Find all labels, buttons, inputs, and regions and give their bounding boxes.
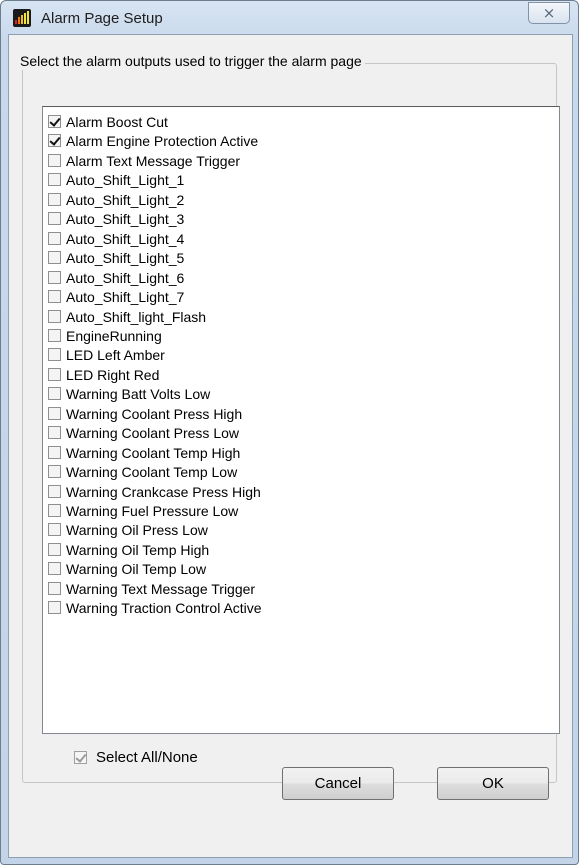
list-item[interactable]: Warning Oil Temp High xyxy=(48,541,209,559)
checkbox-icon[interactable] xyxy=(48,504,61,517)
checkbox-icon[interactable] xyxy=(48,251,61,265)
checkbox-icon[interactable] xyxy=(48,465,61,479)
list-item[interactable]: Alarm Engine Protection Active xyxy=(48,132,258,150)
cancel-button[interactable]: Cancel xyxy=(282,767,394,800)
list-item-label: Warning Crankcase Press High xyxy=(66,483,261,500)
checkbox-icon[interactable] xyxy=(48,328,61,342)
list-item[interactable]: Warning Text Message Trigger xyxy=(48,580,255,598)
checkbox-icon[interactable] xyxy=(48,601,61,615)
list-item-label: Warning Coolant Temp High xyxy=(66,444,241,461)
list-item-label: Alarm Engine Protection Active xyxy=(66,133,259,150)
list-item-label: LED Left Amber xyxy=(66,347,165,364)
checkbox-icon[interactable] xyxy=(48,173,61,187)
list-item-label: Auto_Shift_Light_3 xyxy=(66,211,185,228)
checkbox-icon[interactable] xyxy=(48,153,61,167)
bar-meter-icon xyxy=(13,9,31,27)
list-item[interactable]: Warning Coolant Temp Low xyxy=(48,463,237,481)
window-title: Alarm Page Setup xyxy=(41,10,163,27)
checkbox-icon[interactable] xyxy=(48,290,61,304)
list-item-label: Warning Coolant Press Low xyxy=(66,425,240,442)
checkbox-icon[interactable] xyxy=(48,406,61,420)
checkbox-icon[interactable] xyxy=(48,387,61,401)
list-item-label: Warning Oil Temp High xyxy=(66,541,210,558)
list-item[interactable]: Auto_Shift_Light_2 xyxy=(48,191,184,209)
list-item-label: Auto_Shift_Light_4 xyxy=(66,230,185,247)
select-all-checkbox[interactable]: Select All/None xyxy=(74,747,198,769)
checkbox-icon[interactable] xyxy=(48,348,61,362)
list-item-label: Alarm Boost Cut xyxy=(66,114,168,130)
list-item[interactable]: Auto_Shift_light_Flash xyxy=(48,308,206,326)
list-item-label: Auto_Shift_Light_2 xyxy=(66,191,185,208)
checkbox-icon[interactable] xyxy=(48,445,61,459)
checkbox-icon[interactable] xyxy=(48,367,61,381)
checkbox-icon[interactable] xyxy=(48,581,61,595)
list-item[interactable]: Warning Fuel Pressure Low xyxy=(48,502,238,520)
list-item-label: Warning Coolant Temp Low xyxy=(66,464,238,481)
list-item[interactable]: Warning Oil Temp Low xyxy=(48,560,206,578)
checkbox-icon[interactable] xyxy=(48,270,61,284)
ok-button[interactable]: OK xyxy=(437,767,549,800)
list-item[interactable]: Auto_Shift_Light_1 xyxy=(48,171,184,189)
list-item-label: Warning Fuel Pressure Low xyxy=(66,503,239,519)
checkbox-icon[interactable] xyxy=(48,523,61,537)
list-item[interactable]: Auto_Shift_Light_3 xyxy=(48,210,184,228)
close-button[interactable]: ⨯ xyxy=(528,2,570,24)
checkbox-icon[interactable] xyxy=(48,309,61,323)
checkbox-checked-icon[interactable] xyxy=(48,115,61,128)
title-bar[interactable]: Alarm Page Setup ⨯ xyxy=(1,1,578,35)
alarm-outputs-group: Alarm Boost Cut Alarm Engine Protection A… xyxy=(22,63,560,783)
list-item[interactable]: Warning Batt Volts Low xyxy=(48,385,210,403)
list-item-label: Warning Text Message Trigger xyxy=(66,580,256,597)
checkbox-icon[interactable] xyxy=(48,562,61,576)
select-all-label: Select All/None xyxy=(96,749,198,766)
list-item-label: Auto_Shift_Light_7 xyxy=(66,289,185,306)
checkbox-icon[interactable] xyxy=(48,231,61,245)
list-item[interactable]: Alarm Boost Cut xyxy=(48,113,168,131)
checkbox-icon[interactable] xyxy=(48,542,61,556)
checkbox-icon[interactable] xyxy=(48,426,61,440)
list-item[interactable]: EngineRunning xyxy=(48,327,162,345)
list-item-label: Warning Oil Temp Low xyxy=(66,561,207,578)
list-item-label: LED Right Red xyxy=(66,366,160,383)
list-item[interactable]: Auto_Shift_Light_5 xyxy=(48,249,184,267)
list-item[interactable]: Warning Oil Press Low xyxy=(48,521,208,539)
close-icon: ⨯ xyxy=(542,5,556,22)
list-item-label: Auto_Shift_Light_1 xyxy=(66,172,185,189)
checkbox-icon[interactable] xyxy=(48,484,61,498)
list-item-label: EngineRunning xyxy=(66,327,162,344)
checkbox-icon xyxy=(74,751,87,764)
list-item[interactable]: Warning Traction Control Active xyxy=(48,599,262,617)
list-item-label: Auto_Shift_Light_5 xyxy=(66,250,185,267)
list-item[interactable]: Auto_Shift_Light_6 xyxy=(48,269,184,287)
list-item-label: Warning Coolant Press High xyxy=(66,405,243,422)
list-item[interactable]: LED Left Amber xyxy=(48,346,165,364)
list-item[interactable]: Warning Coolant Press Low xyxy=(48,424,239,442)
list-item[interactable]: Auto_Shift_Light_7 xyxy=(48,288,184,306)
list-item-label: Alarm Text Message Trigger xyxy=(66,152,241,169)
group-legend: Select the alarm outputs used to trigger… xyxy=(17,52,365,70)
list-item-label: Auto_Shift_light_Flash xyxy=(66,308,207,325)
list-item[interactable]: Warning Coolant Press High xyxy=(48,405,242,423)
list-item-label: Warning Oil Press Low xyxy=(66,522,208,539)
dialog-client-area: Alarm Boost Cut Alarm Engine Protection A… xyxy=(8,34,573,858)
dialog-window: Alarm Page Setup ⨯ Alarm Boost Cut Alarm … xyxy=(0,0,579,865)
alarm-outputs-list[interactable]: Alarm Boost Cut Alarm Engine Protection A… xyxy=(42,106,560,734)
list-item[interactable]: Alarm Text Message Trigger xyxy=(48,152,240,170)
checkbox-icon[interactable] xyxy=(48,212,61,226)
list-item[interactable]: LED Right Red xyxy=(48,366,159,384)
list-item[interactable]: Auto_Shift_Light_4 xyxy=(48,230,184,248)
checkbox-checked-icon[interactable] xyxy=(48,134,61,148)
list-item-label: Warning Batt Volts Low xyxy=(66,386,211,403)
list-item-label: Auto_Shift_Light_6 xyxy=(66,269,185,286)
list-item[interactable]: Warning Crankcase Press High xyxy=(48,483,261,501)
checkbox-icon[interactable] xyxy=(48,192,61,206)
list-item-label: Warning Traction Control Active xyxy=(66,600,262,617)
list-item[interactable]: Warning Coolant Temp High xyxy=(48,444,240,462)
